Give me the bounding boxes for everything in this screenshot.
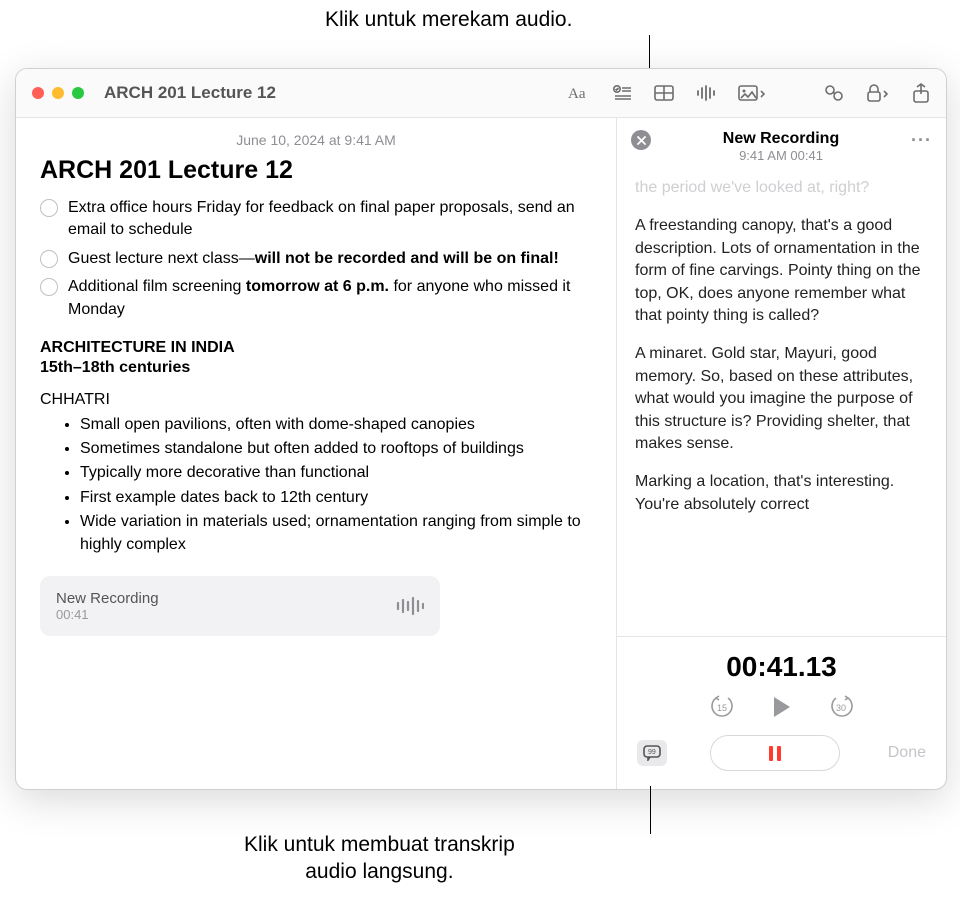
recording-controls: 00:41.13 15 30: [617, 636, 946, 789]
callout-record-audio: Klik untuk merekam audio.: [325, 8, 572, 32]
list-item: Sometimes standalone but often added to …: [80, 437, 592, 460]
play-icon[interactable]: [774, 697, 790, 717]
recording-time: 00:41.13: [637, 651, 926, 683]
maximize-icon[interactable]: [72, 87, 84, 99]
table-icon[interactable]: [654, 85, 674, 101]
audio-record-icon[interactable]: [696, 84, 716, 102]
checklist-item[interactable]: Extra office hours Friday for feedback o…: [40, 197, 592, 242]
pause-icon: [777, 746, 781, 761]
list-item: Wide variation in materials used; orname…: [80, 510, 592, 556]
svg-text:99: 99: [648, 749, 656, 756]
link-icon[interactable]: [824, 84, 844, 102]
recording-subtitle: 9:41 AM 00:41: [651, 148, 911, 163]
checklist-icon[interactable]: [612, 84, 632, 102]
note-content[interactable]: June 10, 2024 at 9:41 AM ARCH 201 Lectur…: [16, 118, 616, 789]
pause-icon: [769, 746, 773, 761]
svg-text:15: 15: [717, 703, 727, 713]
callout-line: [650, 786, 651, 834]
svg-text:Aa: Aa: [568, 86, 586, 102]
callout-transcript: Klik untuk membuat transkrip audio langs…: [244, 831, 515, 886]
checkbox-icon[interactable]: [40, 278, 58, 296]
pause-button[interactable]: [710, 735, 840, 771]
transcript-area[interactable]: the period we've looked at, right? A fre…: [617, 171, 946, 636]
list-item: Typically more decorative than functiona…: [80, 461, 592, 484]
transcript-paragraph: A minaret. Gold star, Mayuri, good memor…: [635, 343, 928, 455]
recording-title: New Recording: [651, 130, 911, 148]
transcript-paragraph: A freestanding canopy, that's a good des…: [635, 215, 928, 327]
checkbox-icon[interactable]: [40, 250, 58, 268]
checklist: Extra office hours Friday for feedback o…: [40, 197, 592, 321]
note-date: June 10, 2024 at 9:41 AM: [40, 132, 592, 148]
close-icon[interactable]: [32, 87, 44, 99]
checklist-item[interactable]: Guest lecture next class—will not be rec…: [40, 248, 592, 270]
waveform-icon: [396, 595, 424, 617]
section-subheading: 15th–18th centuries: [40, 359, 592, 377]
section-heading: ARCHITECTURE IN INDIA: [40, 339, 592, 357]
more-icon[interactable]: ···: [911, 130, 932, 151]
lock-icon[interactable]: [866, 84, 890, 102]
recording-name: New Recording: [56, 590, 396, 607]
skip-forward-icon[interactable]: 30: [828, 693, 856, 721]
done-button[interactable]: Done: [882, 744, 926, 762]
media-icon[interactable]: [738, 84, 766, 102]
minimize-icon[interactable]: [52, 87, 64, 99]
recording-header: New Recording 9:41 AM 00:41 ···: [617, 118, 946, 171]
recording-duration: 00:41: [56, 607, 396, 622]
format-icon[interactable]: Aa: [568, 84, 590, 102]
list-item: First example dates back to 12th century: [80, 486, 592, 509]
checkbox-icon[interactable]: [40, 199, 58, 217]
transcript-toggle-button[interactable]: 99: [637, 740, 667, 766]
recording-panel: New Recording 9:41 AM 00:41 ··· the peri…: [616, 118, 946, 789]
transcript-line-faded: the period we've looked at, right?: [635, 177, 928, 199]
body: June 10, 2024 at 9:41 AM ARCH 201 Lectur…: [16, 117, 946, 789]
close-panel-icon[interactable]: [631, 130, 651, 150]
titlebar: ARCH 201 Lecture 12 Aa: [16, 69, 946, 117]
toolbar: Aa: [568, 83, 930, 103]
transcript-paragraph: Marking a location, that's interesting. …: [635, 471, 928, 516]
svg-text:30: 30: [836, 703, 846, 713]
checklist-text: Extra office hours Friday for feedback o…: [68, 199, 575, 238]
traffic-lights: [32, 87, 84, 99]
recording-attachment[interactable]: New Recording 00:41: [40, 576, 440, 636]
share-icon[interactable]: [912, 83, 930, 103]
note-title: ARCH 201 Lecture 12: [40, 156, 592, 185]
checklist-item[interactable]: Additional film screening tomorrow at 6 …: [40, 276, 592, 321]
notes-window: ARCH 201 Lecture 12 Aa: [15, 68, 947, 790]
window-title: ARCH 201 Lecture 12: [104, 83, 568, 103]
checklist-bold: tomorrow at 6 p.m.: [246, 278, 389, 295]
skip-back-icon[interactable]: 15: [708, 693, 736, 721]
checklist-text: Guest lecture next class—: [68, 250, 255, 267]
checklist-text: Additional film screening: [68, 278, 246, 295]
checklist-bold: will not be recorded and will be on fina…: [255, 250, 559, 267]
bullet-list: Small open pavilions, often with dome-sh…: [80, 413, 592, 556]
list-item: Small open pavilions, often with dome-sh…: [80, 413, 592, 436]
block-title: CHHATRI: [40, 391, 592, 409]
